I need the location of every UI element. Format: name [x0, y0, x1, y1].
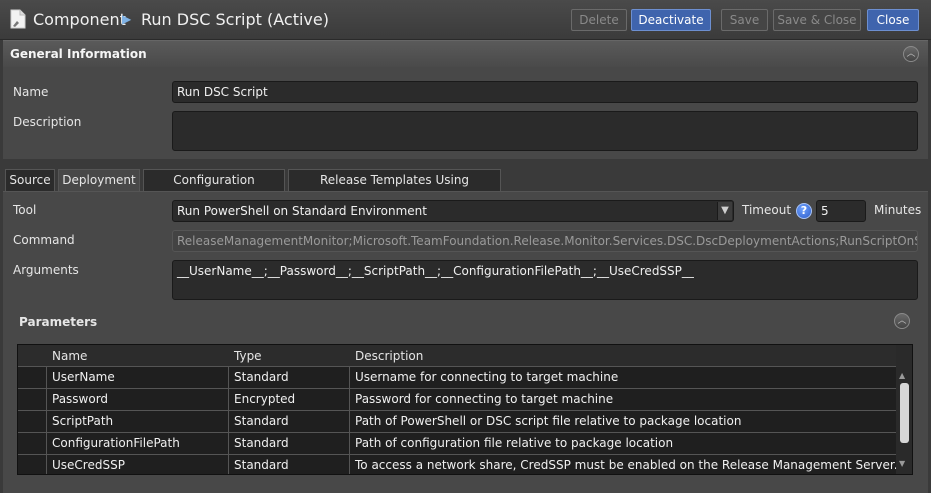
timeout-label: Timeout: [742, 203, 792, 217]
deactivate-button[interactable]: Deactivate: [631, 9, 711, 31]
cell-type: Encrypted: [234, 392, 296, 406]
column-header-description[interactable]: Description: [355, 349, 423, 363]
arguments-label: Arguments: [13, 263, 79, 277]
cell-type: Standard: [234, 370, 289, 384]
tool-label: Tool: [13, 203, 37, 217]
table-scrollbar[interactable]: ▲ ▼: [896, 345, 912, 474]
tool-select-value: Run PowerShell on Standard Environment: [177, 204, 427, 218]
description-label: Description: [13, 115, 82, 129]
scroll-down-icon[interactable]: ▼: [899, 459, 905, 468]
arguments-field[interactable]: __UserName__;__Password__;__ScriptPath__…: [172, 260, 918, 300]
timeout-unit-label: Minutes: [874, 203, 922, 217]
description-field[interactable]: [172, 111, 918, 151]
cell-description: To access a network share, CredSSP must …: [355, 458, 896, 472]
cell-name: UseCredSSP: [52, 458, 125, 472]
chevron-down-icon[interactable]: ▼: [717, 202, 732, 220]
cell-type: Standard: [234, 436, 289, 450]
breadcrumb-root[interactable]: Component: [33, 10, 126, 29]
general-information-header: General Information ︿: [3, 40, 928, 67]
breadcrumb-arrow-icon: ▶: [122, 12, 132, 26]
command-field: ReleaseManagementMonitor;Microsoft.TeamF…: [172, 230, 918, 252]
name-label: Name: [13, 85, 49, 99]
cell-name: UserName: [52, 370, 115, 384]
close-button[interactable]: Close: [867, 9, 919, 31]
command-label: Command: [13, 233, 75, 247]
name-field[interactable]: Run DSC Script: [172, 81, 918, 103]
scroll-up-icon[interactable]: ▲: [899, 371, 905, 380]
page-title: Run DSC Script (Active): [141, 10, 329, 29]
general-information-title: General Information: [10, 47, 147, 61]
deployment-body: Tool Run PowerShell on Standard Environm…: [3, 191, 928, 311]
cell-type: Standard: [234, 414, 289, 428]
tool-select[interactable]: Run PowerShell on Standard Environment ▼: [172, 200, 734, 222]
parameters-table: Name Type Description UserName Standard …: [17, 344, 913, 475]
general-information-body: Name Run DSC Script Description: [3, 67, 928, 159]
tab-release-templates[interactable]: Release Templates Using Component: [288, 169, 501, 207]
cell-description: Password for connecting to target machin…: [355, 392, 614, 406]
scrollbar-thumb[interactable]: [900, 383, 909, 443]
cell-description: Username for connecting to target machin…: [355, 370, 619, 384]
table-row[interactable]: ScriptPath Standard Path of PowerShell o…: [18, 411, 896, 433]
tab-deployment[interactable]: Deployment: [58, 169, 140, 192]
save-close-button[interactable]: Save & Close: [773, 9, 861, 31]
document-icon: [10, 9, 26, 29]
column-header-type[interactable]: Type: [234, 349, 262, 363]
table-row[interactable]: Password Encrypted Password for connecti…: [18, 389, 896, 411]
collapse-parameters-icon[interactable]: ︿: [894, 313, 910, 329]
collapse-general-icon[interactable]: ︿: [903, 46, 919, 62]
cell-name: Password: [52, 392, 109, 406]
delete-button[interactable]: Delete: [571, 9, 627, 31]
help-icon[interactable]: ?: [796, 203, 812, 219]
timeout-field[interactable]: 5: [816, 200, 866, 222]
parameters-title: Parameters: [19, 315, 98, 329]
table-row[interactable]: ConfigurationFilePath Standard Path of c…: [18, 433, 896, 455]
cell-description: Path of PowerShell or DSC script file re…: [355, 414, 742, 428]
cell-type: Standard: [234, 458, 289, 472]
save-button[interactable]: Save: [721, 9, 768, 31]
cell-name: ScriptPath: [52, 414, 114, 428]
title-bar: Component ▶ Run DSC Script (Active) Dele…: [0, 0, 931, 40]
table-header: Name Type Description: [18, 345, 896, 367]
tab-source[interactable]: Source: [5, 169, 55, 191]
cell-description: Path of configuration file relative to p…: [355, 436, 674, 450]
tab-configuration-variables[interactable]: Configuration Variables: [143, 169, 285, 207]
table-row[interactable]: UseCredSSP Standard To access a network …: [18, 455, 896, 474]
column-header-name[interactable]: Name: [52, 349, 87, 363]
table-row[interactable]: UserName Standard Username for connectin…: [18, 367, 896, 389]
cell-name: ConfigurationFilePath: [52, 436, 180, 450]
